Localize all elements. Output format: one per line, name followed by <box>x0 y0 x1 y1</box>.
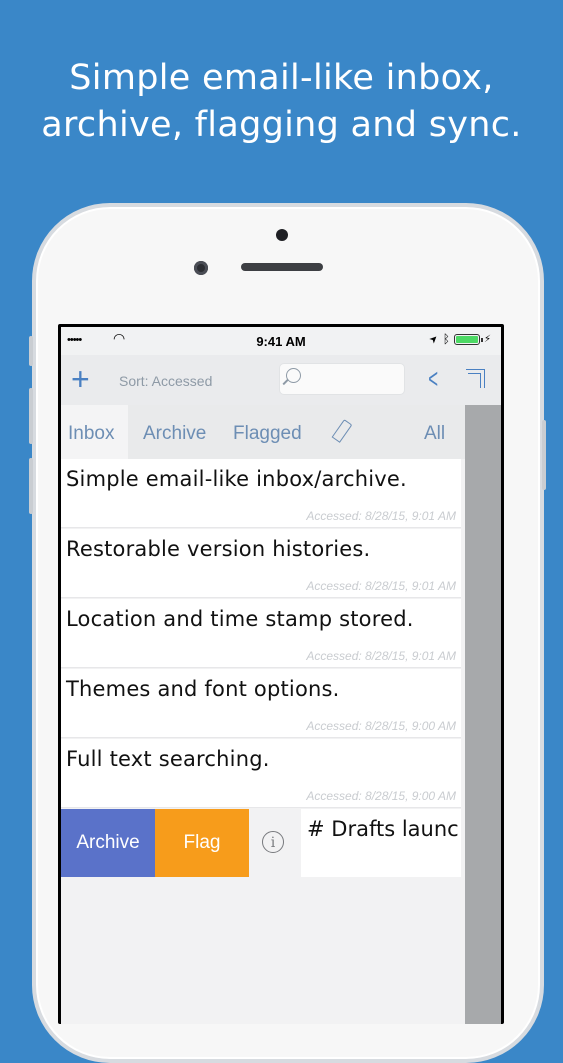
list-item[interactable]: Themes and font options. Accessed: 8/28/… <box>61 669 461 738</box>
search-input[interactable] <box>308 370 402 390</box>
draft-accessed: Accessed: 8/28/15, 9:01 AM <box>306 579 456 593</box>
location-icon: ➤ <box>427 332 442 346</box>
battery-fill <box>455 335 478 343</box>
draft-accessed: Accessed: 8/28/15, 9:00 AM <box>306 789 456 803</box>
phone-screen: ••••• ◠ 9:41 AM ➤ ᛒ ⚡ + Sort: Accessed < <box>58 324 504 1024</box>
tab-all[interactable]: All <box>424 423 445 445</box>
add-draft-button[interactable]: + <box>71 361 90 397</box>
draft-list: Simple email-like inbox/archive. Accesse… <box>61 459 465 1024</box>
toolbar: + Sort: Accessed < <box>61 355 501 405</box>
phone-volume-down <box>29 458 33 514</box>
draft-accessed: Accessed: 8/28/15, 9:00 AM <box>306 719 456 733</box>
draft-title: Full text searching. <box>66 747 270 771</box>
search-icon <box>286 368 301 383</box>
list-item[interactable]: Full text searching. Accessed: 8/28/15, … <box>61 739 461 808</box>
search-box[interactable] <box>279 363 405 395</box>
battery-tip <box>480 337 483 342</box>
list-item[interactable]: Restorable version histories. Accessed: … <box>61 529 461 598</box>
swiped-row-actions: Archive Flag i # Drafts launc <box>61 809 501 877</box>
draft-title: Restorable version histories. <box>66 537 371 561</box>
bluetooth-icon: ᛒ <box>442 332 450 346</box>
tab-flagged[interactable]: Flagged <box>233 423 302 445</box>
tab-bar: Inbox Archive Flagged All <box>61 405 501 459</box>
draft-accessed: Accessed: 8/28/15, 9:01 AM <box>306 649 456 663</box>
status-right-group: ➤ ᛒ ⚡ <box>427 332 491 346</box>
tab-inbox[interactable]: Inbox <box>68 423 114 445</box>
headline-line-1: Simple email-like inbox, <box>69 58 494 98</box>
flag-action-button[interactable]: Flag <box>155 809 249 877</box>
sort-button[interactable]: Sort: Accessed <box>119 373 212 389</box>
swiped-list-item[interactable]: # Drafts launc <box>301 809 461 877</box>
proximity-sensor <box>276 229 288 241</box>
phone-volume-up <box>29 388 33 444</box>
app-screen: ••••• ◠ 9:41 AM ➤ ᛒ ⚡ + Sort: Accessed < <box>61 327 501 1024</box>
edit-pencil-icon[interactable] <box>331 419 353 443</box>
phone-side-button-left <box>29 336 33 366</box>
list-item[interactable]: Simple email-like inbox/archive. Accesse… <box>61 459 461 528</box>
archive-action-button[interactable]: Archive <box>61 809 155 877</box>
back-chevron-icon[interactable]: < <box>428 363 438 395</box>
info-icon[interactable]: i <box>262 831 284 853</box>
draft-title: Themes and font options. <box>66 677 340 701</box>
list-item[interactable]: Location and time stamp stored. Accessed… <box>61 599 461 668</box>
tab-archive[interactable]: Archive <box>143 423 206 445</box>
marketing-headline: Simple email-like inbox, archive, flaggi… <box>0 55 563 149</box>
detail-pane-edge <box>465 405 501 1024</box>
draft-title: Location and time stamp stored. <box>66 607 414 631</box>
draft-title: Simple email-like inbox/archive. <box>66 467 407 491</box>
expand-icon[interactable] <box>466 369 485 388</box>
draft-accessed: Accessed: 8/28/15, 9:01 AM <box>306 509 456 523</box>
phone-power-button <box>542 420 546 490</box>
headline-line-2: archive, flagging and sync. <box>41 105 522 145</box>
charging-icon: ⚡ <box>483 333 491 345</box>
earpiece-speaker <box>241 263 323 271</box>
battery-icon <box>453 333 483 345</box>
status-bar: ••••• ◠ 9:41 AM ➤ ᛒ ⚡ <box>61 327 501 355</box>
front-camera <box>194 261 208 275</box>
draft-title: # Drafts launc <box>307 817 459 841</box>
